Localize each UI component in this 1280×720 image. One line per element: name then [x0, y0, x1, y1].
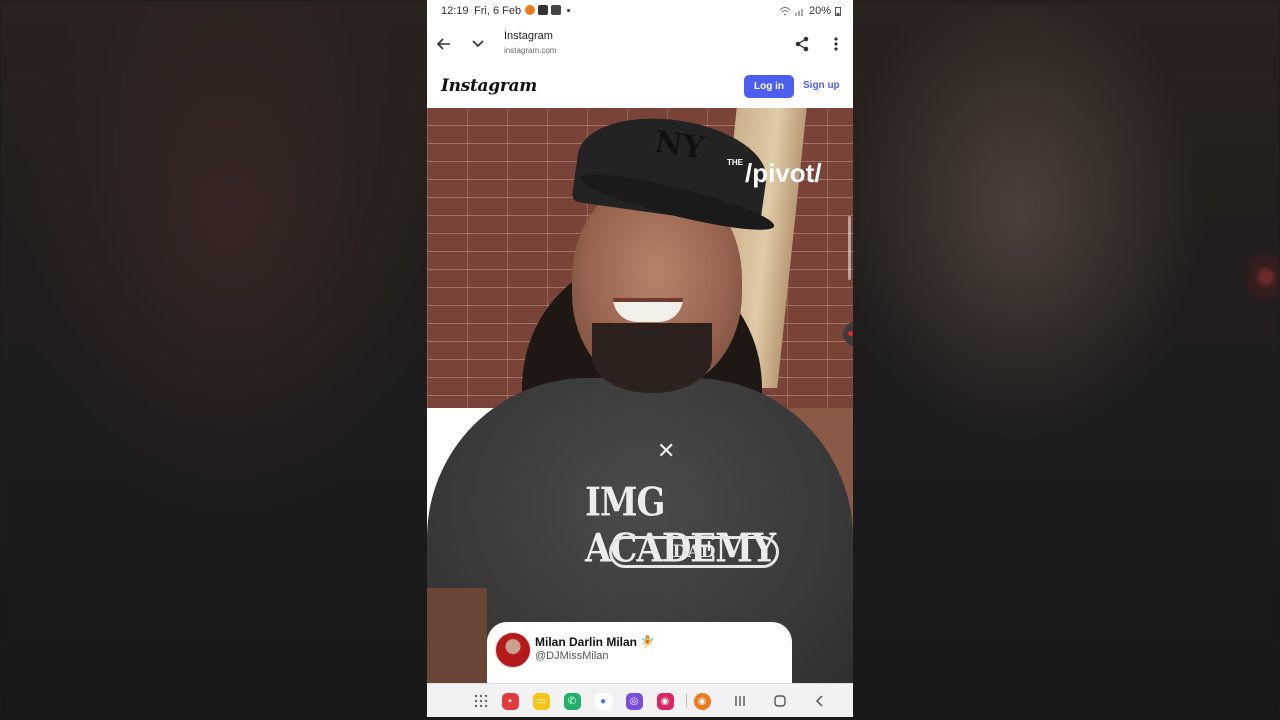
fairy-emoji-icon: 🧚 [640, 635, 656, 649]
avatar [495, 632, 531, 668]
app-drawer-icon [474, 694, 488, 708]
checkbox-notification-icon [551, 5, 561, 15]
messages-app[interactable]: ● [593, 691, 613, 711]
reel-video[interactable]: NY ✕ IMG ACADEMY DAD THE/pivot/ Milan Da… [427, 108, 853, 683]
phone-icon: ✆ [563, 692, 581, 710]
back-button[interactable] [431, 31, 457, 57]
home-button[interactable] [770, 691, 790, 711]
phone-screen: 12:19 Fri, 6 Feb 20% Instagram instagram… [427, 0, 853, 717]
status-bar: 12:19 Fri, 6 Feb 20% [427, 0, 853, 22]
share-icon [795, 36, 809, 52]
tweet-author-name: Milan Darlin Milan 🧚 [535, 635, 655, 649]
signal-icon [794, 9, 803, 16]
browser-icon: ◎ [625, 692, 643, 710]
login-button[interactable]: Log in [744, 75, 794, 98]
signup-link[interactable]: Sign up [803, 80, 840, 91]
shirt-dad-badge: DAD [609, 536, 779, 568]
beard [592, 323, 712, 393]
battery-icon [835, 7, 841, 16]
status-right: 20% [779, 5, 841, 17]
flipboard-app[interactable]: ▪ [500, 691, 520, 711]
tweet-author-name-text: Milan Darlin Milan [535, 635, 638, 649]
tweet-card: Milan Darlin Milan 🧚 @DJMissMilan [487, 622, 792, 683]
app-drawer-button[interactable] [471, 691, 491, 711]
custom-tab-toolbar: Instagram instagram.com [427, 22, 853, 67]
tattooed-arm [427, 588, 487, 683]
instagram-header: Instagram Log in Sign up [427, 66, 853, 108]
pivot-watermark-text: /pivot/ [745, 158, 822, 188]
phone-app[interactable]: ✆ [562, 691, 582, 711]
camera-icon: ◉ [656, 692, 674, 710]
share-button[interactable] [789, 31, 815, 57]
minimize-button[interactable] [465, 31, 491, 57]
status-time: 12:19 [441, 5, 469, 17]
camera-app[interactable]: ◉ [655, 691, 675, 711]
screen-recorder-icon: ◉ [693, 692, 711, 710]
page-title: Instagram [504, 30, 553, 42]
navigation-bar: ▪ ▭ ✆ ● ◎ ◉ ◉ [427, 683, 853, 717]
nav-back-button[interactable] [810, 691, 830, 711]
nav-divider [686, 694, 687, 708]
pivot-watermark: THE/pivot/ [727, 158, 822, 189]
page-url: instagram.com [504, 46, 557, 55]
back-chevron-icon [815, 695, 823, 707]
pivot-watermark-prefix: THE [727, 158, 743, 167]
notes-app[interactable]: ▭ [531, 691, 551, 711]
notes-icon: ▭ [532, 692, 550, 710]
battery-level: 20% [808, 5, 831, 17]
more-notifications-dot-icon [567, 8, 570, 12]
flipboard-icon: ▪ [501, 692, 519, 710]
chevron-down-icon [472, 40, 484, 48]
recorder-notification-icon [525, 5, 535, 15]
wifi-icon [779, 7, 791, 16]
status-date: Fri, 6 Feb [474, 5, 522, 17]
recorder-indicator-icon [1248, 250, 1280, 300]
page-scrollbar[interactable] [848, 216, 851, 280]
home-icon [774, 695, 786, 707]
ny-logo-icon: NY [652, 124, 707, 167]
kebab-menu-icon [834, 37, 838, 51]
under-armour-logo-icon: ✕ [657, 438, 676, 463]
recents-button[interactable] [730, 691, 750, 711]
recents-icon [735, 696, 745, 706]
notification-icons [525, 5, 570, 15]
back-arrow-icon [437, 38, 450, 50]
instagram-logo[interactable]: Instagram [441, 76, 537, 96]
more-options-button[interactable] [823, 31, 849, 57]
screen-recorder-app[interactable]: ◉ [692, 691, 712, 711]
tweet-author-handle: @DJMissMilan [535, 650, 609, 662]
messages-icon: ● [594, 692, 612, 710]
youtube-notification-icon [538, 5, 548, 15]
record-dot-icon [848, 331, 853, 336]
browser-app[interactable]: ◎ [624, 691, 644, 711]
